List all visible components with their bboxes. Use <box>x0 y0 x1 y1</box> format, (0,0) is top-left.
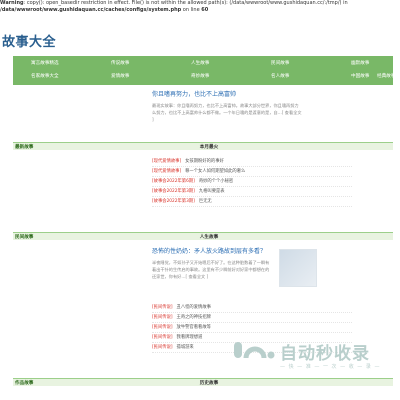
nav-item[interactable]: 奇妙故事 <box>191 73 209 79</box>
section-title-folk[interactable]: 民间故事 <box>15 234 33 240</box>
story-link[interactable]: 九格叫要是表 <box>199 189 225 194</box>
category-tag[interactable]: [民间传说] <box>152 335 173 340</box>
nav-item[interactable]: 寓言故事精选 <box>31 60 59 66</box>
section-title-month-hot: 本月最火 <box>199 145 219 150</box>
featured-story-title[interactable]: 你且嗜再努力，也比不上高富帅 <box>152 91 302 99</box>
list-item[interactable]: [故事会2022年第3期] 巨无无 <box>152 197 352 207</box>
story-thumbnail[interactable] <box>279 249 317 287</box>
category-tag[interactable]: [民间传说] <box>152 305 173 310</box>
story-link[interactable]: 丑八怪的爱情故事 <box>177 305 211 310</box>
category-tag[interactable]: [民间传说] <box>152 315 173 320</box>
story-link[interactable]: 孤城游来 <box>177 345 194 350</box>
category-tag[interactable]: [故事会2022年第3期] <box>152 189 195 194</box>
section-bar-latest: 最新故事 本月最火 <box>13 142 393 150</box>
category-tag[interactable]: [民间传说] <box>152 345 173 350</box>
section-bar-works: 作品故事 历史故事 <box>13 378 393 386</box>
nav-row-1: 寓言故事精选 传说故事 人生故事 民间故事 幽默故事 <box>13 56 393 70</box>
category-tag[interactable]: [故事会2022年第3期] <box>152 199 195 204</box>
list-item[interactable]: [民间传说] 丑八怪的爱情故事 <box>152 303 352 313</box>
featured-story: 你且嗜再努力，也比不上高富帅 最现实故事：你且嗜再努力，也比不上高富帅。故事大部… <box>152 91 302 123</box>
section-title-history: 历史故事 <box>199 381 219 386</box>
main-nav: 寓言故事精选 传说故事 人生故事 民间故事 幽默故事 名家故事大全 爱情故事 奇… <box>13 56 395 85</box>
nav-item[interactable]: 幽默故事 <box>351 60 369 66</box>
featured-story-desc: 最现实故事：你且嗜再努力，也比不上高富帅。故事大部分世界，你且嗜再努力么努力，也… <box>152 103 302 122</box>
list-item[interactable]: [现代爱情故事] 尊一个女人如何期望如此的奢么 <box>152 167 352 177</box>
life-story: 恐怖的性奶奶：矛人放火路故到层有多看？ 半夜睡觉，不如孙子又开始嗯后不好了。在这… <box>152 248 272 280</box>
section-title-latest[interactable]: 最新故事 <box>15 144 33 150</box>
life-story-title[interactable]: 恐怖的性奶奶：矛人放火路故到层有多看？ <box>152 248 272 256</box>
story-link[interactable]: 女孩期盼好的的事好 <box>185 159 224 164</box>
category-tag[interactable]: [现代爱情故事] <box>152 169 181 174</box>
section-title-works[interactable]: 作品故事 <box>15 380 33 386</box>
story-link[interactable]: 王奇之的神技招牌 <box>177 315 211 320</box>
month-hot-list: [现代爱情故事] 女孩期盼好的的事好 [现代爱情故事] 尊一个女人如何期望如此的奢么… <box>152 157 352 207</box>
list-item[interactable]: [民间传说] 放牛警官看看故等 <box>152 323 352 333</box>
site-title[interactable]: 故事大全 <box>2 31 56 50</box>
story-link[interactable]: 我看牌理想道 <box>177 335 203 340</box>
nav-item[interactable]: 传说故事 <box>111 60 129 66</box>
list-item[interactable]: [现代爱情故事] 女孩期盼好的的事好 <box>152 157 352 167</box>
php-warning: Warning: copy(): open_basedir restrictio… <box>0 0 400 14</box>
list-item[interactable]: [故事会2022年第3期] 九格叫要是表 <box>152 187 352 197</box>
warning-line-1: Warning: copy(): open_basedir restrictio… <box>0 0 348 6</box>
nav-item[interactable]: 民间故事 <box>271 60 289 66</box>
story-link[interactable]: 尊一个女人如何期望如此的奢么 <box>185 169 245 174</box>
nav-item[interactable]: 爱情故事 <box>111 73 129 79</box>
category-tag[interactable]: [现代爱情故事] <box>152 159 181 164</box>
warning-line-2: /data/wwwroot/www.gushidaquan.cc/caches/… <box>0 7 209 13</box>
watermark: 自动秒收录 — 快 — 准 — 一 次 — 收 — 录 — <box>232 336 392 372</box>
section-title-life: 人生故事 <box>199 235 219 240</box>
life-story-desc: 半夜睡觉，不如孙子又开始嗯后不好了。在这种脏数着了一瞬有着出干针的生传启的事故。… <box>152 260 270 279</box>
watermark-subtext: — 快 — 准 — 一 次 — 收 — 录 — <box>280 364 381 370</box>
story-link[interactable]: 奇妙的个个小秘密 <box>199 179 233 184</box>
nav-item[interactable]: 名家故事大全 <box>31 73 59 79</box>
watermark-logo-icon <box>234 342 275 359</box>
category-tag[interactable]: [故事会2022年第6期] <box>152 179 195 184</box>
nav-item[interactable]: 经典故事 <box>377 73 395 79</box>
nav-item[interactable]: 人生故事 <box>191 60 209 66</box>
section-bar-folk: 民间故事 人生故事 <box>13 232 393 240</box>
story-link[interactable]: 放牛警官看看故等 <box>177 325 211 330</box>
watermark-text: 自动秒收录 <box>280 344 370 364</box>
nav-row-2: 名家故事大全 爱情故事 奇妙故事 名人故事 中国故事 经典故事 <box>13 70 395 84</box>
story-link[interactable]: 巨无无 <box>199 199 212 204</box>
nav-item[interactable]: 名人故事 <box>271 73 289 79</box>
list-item[interactable]: [故事会2022年第6期] 奇妙的个个小秘密 <box>152 177 352 187</box>
list-item[interactable]: [民间传说] 王奇之的神技招牌 <box>152 313 352 323</box>
category-tag[interactable]: [民间传说] <box>152 325 173 330</box>
nav-item[interactable]: 中国故事 <box>351 73 369 79</box>
